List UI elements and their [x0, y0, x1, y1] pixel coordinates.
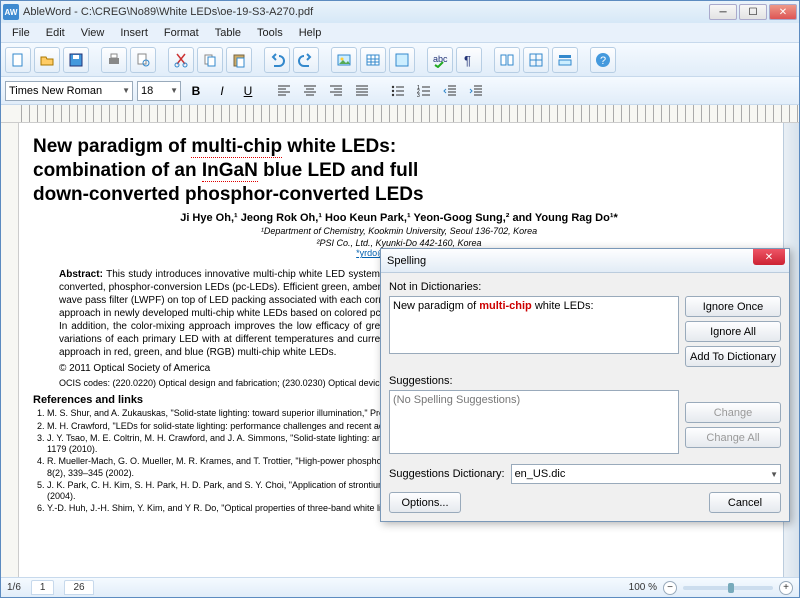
open-button[interactable]: [34, 47, 60, 73]
menu-edit[interactable]: Edit: [39, 25, 72, 41]
formatting-toolbar: Times New Roman▼ 18▼ B I U 123: [1, 77, 799, 105]
underline-button[interactable]: U: [237, 80, 259, 102]
help-button[interactable]: ?: [590, 47, 616, 73]
undo-button[interactable]: [264, 47, 290, 73]
standard-toolbar: abc ¶ ?: [1, 43, 799, 77]
zoom-slider[interactable]: [683, 586, 773, 590]
svg-text:?: ?: [600, 55, 606, 67]
align-right-button[interactable]: [325, 80, 347, 102]
decrease-indent-button[interactable]: [439, 80, 461, 102]
borders-button[interactable]: [523, 47, 549, 73]
close-button[interactable]: ✕: [769, 4, 797, 20]
new-button[interactable]: [5, 47, 31, 73]
zoom-out-button[interactable]: −: [663, 581, 677, 595]
dictionary-label: Suggestions Dictionary:: [389, 468, 505, 480]
style-button[interactable]: [552, 47, 578, 73]
italic-button[interactable]: I: [211, 80, 233, 102]
font-combo[interactable]: Times New Roman▼: [5, 81, 133, 101]
dictionary-combo[interactable]: en_US.dic▼: [511, 464, 781, 484]
minimize-button[interactable]: ─: [709, 4, 737, 20]
paste-button[interactable]: [226, 47, 252, 73]
app-window: AW AbleWord - C:\CREG\No89\White LEDs\oe…: [0, 0, 800, 598]
number-list-button[interactable]: 123: [413, 80, 435, 102]
status-tab[interactable]: 26: [64, 580, 93, 595]
statusbar: 1/6 1 26 100 % − +: [1, 577, 799, 597]
add-to-dictionary-button[interactable]: Add To Dictionary: [685, 346, 781, 367]
bold-button[interactable]: B: [185, 80, 207, 102]
menu-view[interactable]: View: [74, 25, 112, 41]
app-icon: AW: [3, 4, 19, 20]
change-all-button[interactable]: Change All: [685, 427, 781, 448]
align-justify-button[interactable]: [351, 80, 373, 102]
fontsize-combo[interactable]: 18▼: [137, 81, 181, 101]
menu-file[interactable]: File: [5, 25, 37, 41]
redo-button[interactable]: [293, 47, 319, 73]
suggestions-label: Suggestions:: [389, 375, 781, 387]
ignore-all-button[interactable]: Ignore All: [685, 321, 781, 342]
horizontal-ruler[interactable]: [1, 105, 799, 123]
options-button[interactable]: Options...: [389, 492, 461, 513]
menu-insert[interactable]: Insert: [113, 25, 155, 41]
copy-button[interactable]: [197, 47, 223, 73]
svg-text:abc: abc: [433, 54, 448, 64]
menubar: File Edit View Insert Format Table Tools…: [1, 23, 799, 43]
ignore-once-button[interactable]: Ignore Once: [685, 296, 781, 317]
status-tab[interactable]: 1: [31, 580, 55, 595]
titlebar: AW AbleWord - C:\CREG\No89\White LEDs\oe…: [1, 1, 799, 23]
menu-table[interactable]: Table: [208, 25, 248, 41]
bullet-list-button[interactable]: [387, 80, 409, 102]
svg-text:3: 3: [417, 93, 420, 98]
print-button[interactable]: [101, 47, 127, 73]
spellcheck-button[interactable]: abc: [427, 47, 453, 73]
cut-button[interactable]: [168, 47, 194, 73]
show-formatting-button[interactable]: ¶: [456, 47, 482, 73]
not-in-dict-label: Not in Dictionaries:: [389, 281, 781, 293]
menu-tools[interactable]: Tools: [250, 25, 290, 41]
svg-text:¶: ¶: [464, 53, 471, 68]
maximize-button[interactable]: ☐: [739, 4, 767, 20]
columns-button[interactable]: [494, 47, 520, 73]
menu-help[interactable]: Help: [292, 25, 329, 41]
dialog-titlebar[interactable]: Spelling ✕: [381, 249, 789, 273]
save-button[interactable]: [63, 47, 89, 73]
menu-format[interactable]: Format: [157, 25, 206, 41]
align-center-button[interactable]: [299, 80, 321, 102]
insert-image-button[interactable]: [331, 47, 357, 73]
dialog-close-button[interactable]: ✕: [753, 249, 785, 265]
heading: New paradigm of multi-chip white LEDs: c…: [33, 135, 765, 206]
insert-table-button[interactable]: [360, 47, 386, 73]
affiliation-2: ²PSI Co., Ltd., Kyunki-Do 442-160, Korea: [33, 238, 765, 248]
authors: Ji Hye Oh,¹ Jeong Rok Oh,¹ Hoo Keun Park…: [33, 212, 765, 224]
align-left-button[interactable]: [273, 80, 295, 102]
zoom-label: 100 %: [629, 582, 657, 593]
not-in-dict-text[interactable]: New paradigm of multi-chip white LEDs:: [389, 296, 679, 354]
window-title: AbleWord - C:\CREG\No89\White LEDs\oe-19…: [23, 6, 709, 18]
page-counter: 1/6: [7, 582, 21, 593]
insert-symbol-button[interactable]: [389, 47, 415, 73]
increase-indent-button[interactable]: [465, 80, 487, 102]
affiliation-1: ¹Department of Chemistry, Kookmin Univer…: [33, 226, 765, 236]
zoom-in-button[interactable]: +: [779, 581, 793, 595]
cancel-button[interactable]: Cancel: [709, 492, 781, 513]
print-preview-button[interactable]: [130, 47, 156, 73]
spelling-dialog: Spelling ✕ Not in Dictionaries: New para…: [380, 248, 790, 522]
suggestions-list[interactable]: (No Spelling Suggestions): [389, 390, 679, 454]
vertical-ruler[interactable]: [1, 123, 19, 577]
change-button[interactable]: Change: [685, 402, 781, 423]
dialog-title: Spelling: [387, 255, 426, 267]
